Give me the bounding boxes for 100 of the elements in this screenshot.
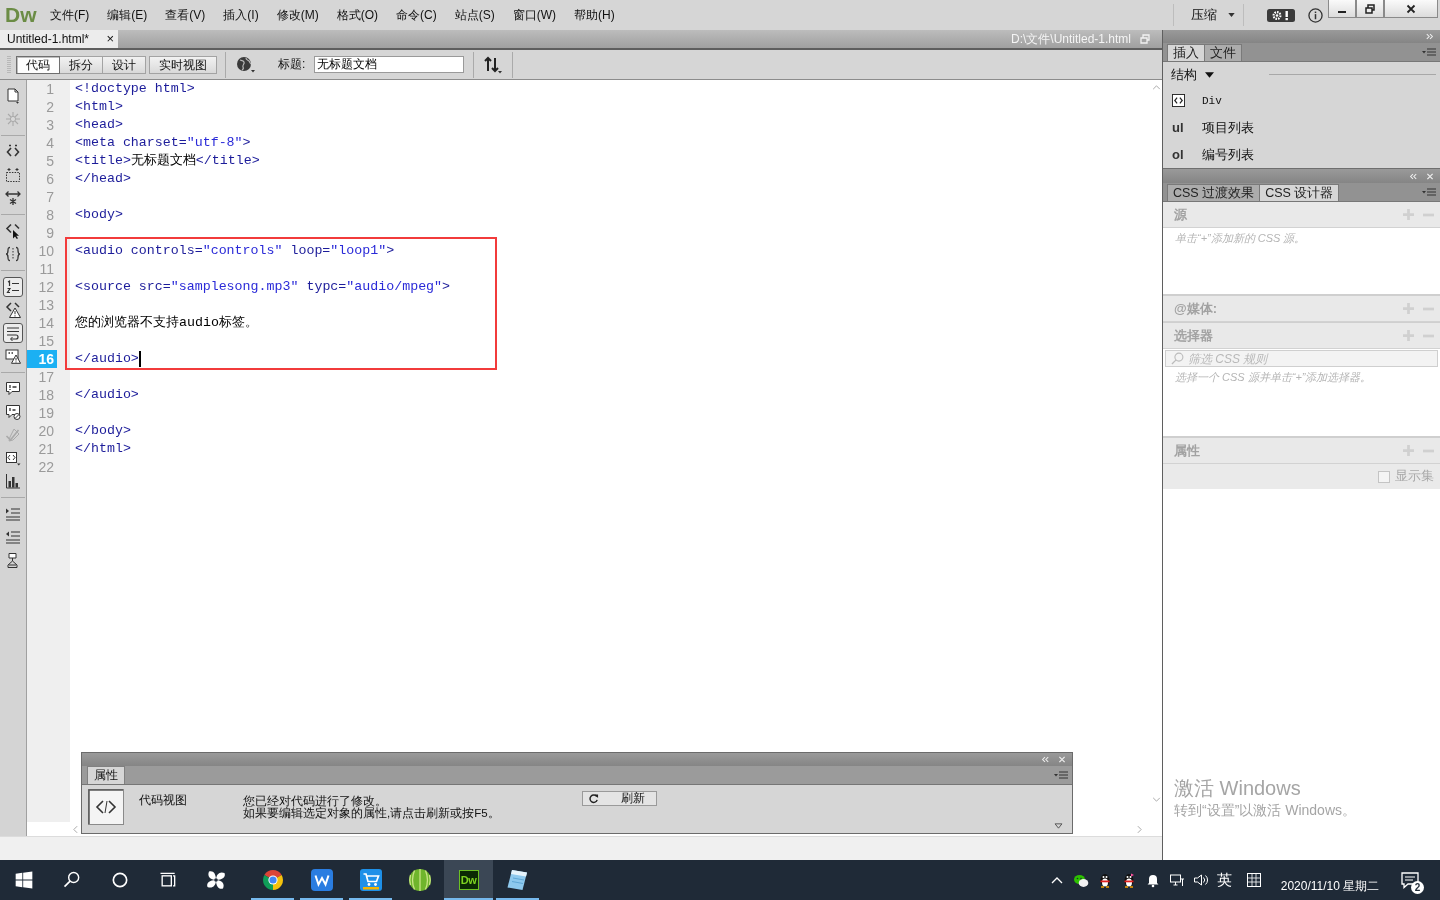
line-number: 9	[45, 224, 55, 242]
triangle-down-icon[interactable]	[1054, 823, 1063, 829]
menu-item[interactable]: 帮助(H)	[565, 4, 624, 26]
properties-tab[interactable]: 属性	[87, 766, 125, 784]
app-logo: Dw	[5, 3, 38, 27]
chat-bubbles-icon[interactable]	[1073, 872, 1089, 888]
double-chevron-icon[interactable]	[1409, 172, 1417, 180]
penguin-icon[interactable]	[1097, 872, 1113, 888]
panel-tab[interactable]: 插入	[1167, 44, 1205, 61]
outdent-icon[interactable]	[5, 529, 21, 545]
notification-icon[interactable]	[1400, 871, 1420, 889]
comment-remove-icon[interactable]	[5, 404, 21, 420]
close-tab-button[interactable]: ×	[106, 32, 114, 46]
code-box-icon[interactable]	[5, 450, 21, 466]
checkbox[interactable]	[1378, 470, 1390, 483]
comment-bubble-icon[interactable]	[5, 381, 21, 397]
caret-icon	[1205, 71, 1214, 78]
view-tab[interactable]: 代码	[16, 55, 60, 74]
menu-item[interactable]: 查看(V)	[156, 4, 215, 26]
wrap-lines-icon[interactable]	[3, 323, 23, 343]
close-icon[interactable]	[1058, 756, 1066, 763]
screen-warning-icon[interactable]	[5, 348, 21, 364]
restore-icon	[1365, 3, 1375, 14]
restore-button[interactable]	[1356, 0, 1384, 18]
date-text[interactable]: 2020/11/10 星期二	[1274, 878, 1386, 895]
view-tab[interactable]: 设计	[102, 55, 146, 74]
code-line: <meta charset="utf-8">	[75, 134, 251, 152]
view-tab[interactable]: 拆分	[59, 55, 103, 74]
menu-item[interactable]: 格式(O)	[327, 4, 387, 26]
refresh-icon	[587, 793, 599, 804]
taskbar-button[interactable]: Dw	[444, 860, 493, 900]
bell-icon[interactable]	[1145, 872, 1161, 888]
circle-icon[interactable]	[110, 870, 130, 890]
panel-menu-icon[interactable]	[1422, 188, 1436, 196]
category-dropdown[interactable]: 结构	[1171, 65, 1214, 84]
bar-chart-icon[interactable]	[5, 473, 21, 489]
activation-title: 激活 Windows	[1174, 776, 1301, 800]
menu-item[interactable]: 文件(F)	[41, 4, 99, 26]
double-chevron-icon[interactable]	[1041, 756, 1049, 763]
insert-item[interactable]: ul 项目列表	[1163, 114, 1440, 141]
workspace-switcher[interactable]: 压缩	[1174, 4, 1243, 26]
expand-icon[interactable]	[5, 190, 21, 206]
numbered-list-icon[interactable]	[3, 277, 23, 297]
pinwheel-icon[interactable]	[204, 868, 228, 892]
info-icon[interactable]	[1308, 7, 1323, 23]
menu-item[interactable]: 窗口(W)	[503, 4, 565, 26]
menu-item[interactable]: 修改(M)	[267, 4, 328, 26]
striped-ball-icon[interactable]	[407, 868, 432, 892]
panel-menu-icon[interactable]	[1054, 771, 1068, 779]
sort-icon[interactable]	[483, 55, 504, 74]
file-path: D:\文件\Untitled-1.html	[1010, 30, 1131, 48]
speaker-icon[interactable]	[1193, 872, 1209, 888]
format-brush-icon[interactable]	[5, 552, 21, 568]
document-tab[interactable]: Untitled-1.html* ×	[0, 30, 118, 48]
line-number: 2	[45, 98, 55, 116]
title-label: 标题:	[278, 56, 306, 73]
tag-warning-icon[interactable]	[5, 302, 21, 318]
menu-item[interactable]: 插入(I)	[214, 4, 268, 26]
menu-item[interactable]: 编辑(E)	[98, 4, 157, 26]
braces-icon[interactable]	[5, 246, 21, 262]
monitor-icon[interactable]	[1169, 872, 1185, 888]
line-number: 4	[45, 134, 55, 152]
four-squares-icon[interactable]	[14, 870, 34, 890]
tag-cursor-icon[interactable]	[5, 223, 21, 239]
notification-count: 2	[1411, 881, 1424, 894]
globe-icon[interactable]	[236, 55, 256, 74]
close-icon[interactable]	[1426, 172, 1434, 180]
refresh-button[interactable]: 刷新	[581, 791, 657, 806]
title-field[interactable]: 无标题文档	[314, 56, 465, 73]
input-language[interactable]: 英	[1217, 870, 1232, 890]
slanted-page-icon[interactable]	[505, 868, 530, 892]
insert-item[interactable]: Div	[1163, 87, 1440, 114]
menu-item[interactable]: 命令(C)	[387, 4, 446, 26]
cart-icon[interactable]	[358, 868, 383, 892]
dotted-box-icon[interactable]	[5, 167, 21, 183]
task-view-icon[interactable]	[158, 870, 178, 890]
close-button[interactable]	[1384, 0, 1438, 18]
panel-tab[interactable]: CSS 设计器	[1259, 184, 1340, 201]
document-icon[interactable]	[5, 88, 21, 104]
line-number: 14	[37, 314, 55, 332]
insert-item[interactable]: ol 编号列表	[1163, 141, 1440, 168]
minimize-button[interactable]	[1328, 0, 1356, 18]
double-chevron-icon[interactable]	[1426, 33, 1434, 40]
zigzag-tile-icon[interactable]	[309, 868, 334, 892]
view-tab[interactable]: 实时视图	[149, 55, 217, 74]
gear-alert-icon[interactable]	[1267, 8, 1295, 22]
search-icon[interactable]	[62, 870, 82, 890]
line-number: 18	[37, 386, 55, 404]
panel-tab[interactable]: CSS 过渡效果	[1167, 184, 1261, 201]
panel-tab[interactable]: 文件	[1204, 44, 1242, 61]
panel-menu-icon[interactable]	[1422, 48, 1436, 56]
indent-icon[interactable]	[5, 506, 21, 522]
line-number: 15	[37, 332, 55, 350]
menu-item[interactable]: 站点(S)	[445, 4, 504, 26]
penguin-icon[interactable]	[1121, 872, 1137, 888]
segmented-circle-icon[interactable]	[260, 868, 285, 892]
line-number: 1	[45, 80, 55, 98]
grid-icon[interactable]	[1246, 872, 1262, 888]
code-line: 您的浏览器不支持audio标签。	[75, 314, 258, 332]
view-label: 代码视图	[139, 792, 187, 809]
